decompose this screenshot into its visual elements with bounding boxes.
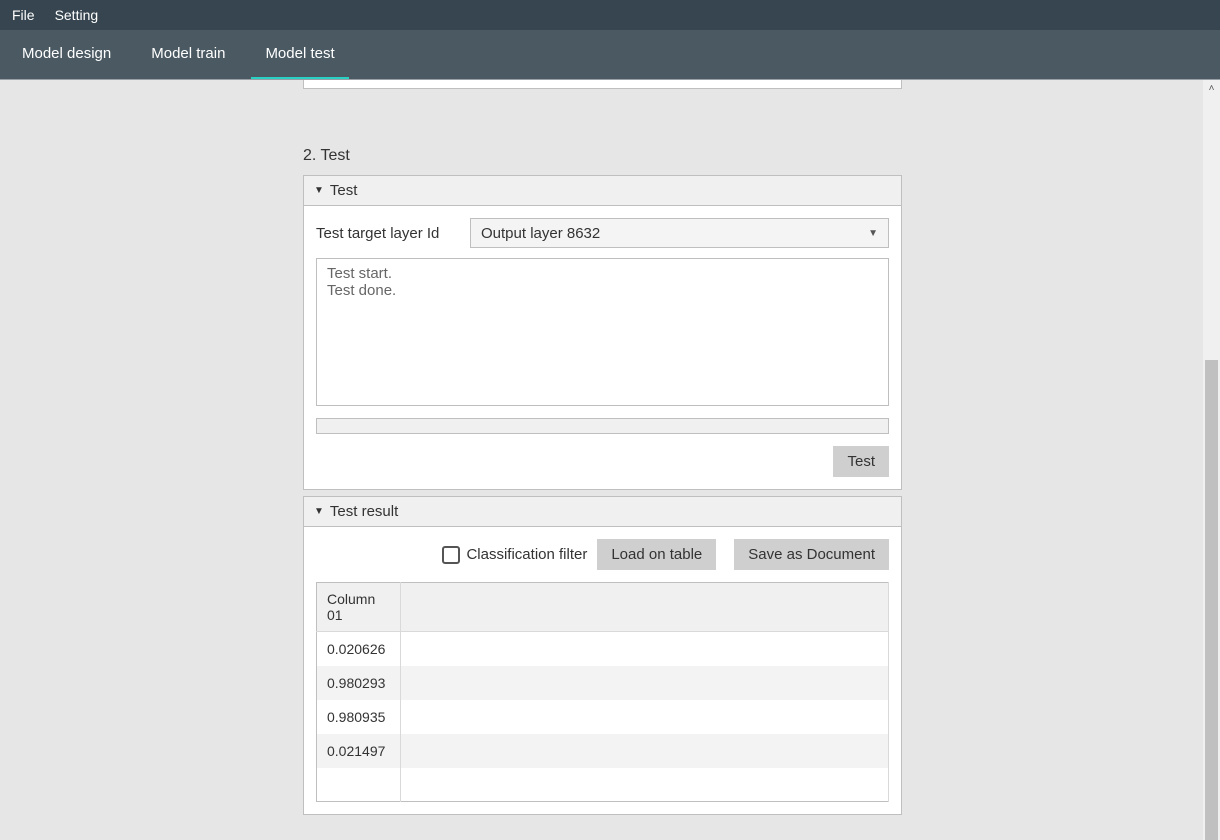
- scrollbar-thumb[interactable]: [1205, 360, 1218, 840]
- tabbar: Model design Model train Model test: [0, 30, 1220, 80]
- target-layer-label: Test target layer Id: [316, 225, 456, 242]
- test-log: Test start. Test done.: [316, 258, 889, 406]
- test-panel-title: Test: [330, 182, 358, 199]
- tab-model-train[interactable]: Model train: [137, 30, 239, 79]
- previous-panel-stub: [303, 80, 902, 89]
- test-result-panel-header[interactable]: ▼ Test result: [304, 497, 901, 527]
- caret-down-icon: ▼: [314, 506, 324, 517]
- cell-value: 0.980293: [317, 666, 401, 700]
- save-as-document-button[interactable]: Save as Document: [734, 539, 889, 570]
- target-layer-dropdown[interactable]: Output layer 8632 ▼: [470, 218, 889, 248]
- test-result-panel: ▼ Test result Classification filter Load…: [303, 496, 902, 815]
- vertical-scrollbar[interactable]: ˄: [1203, 80, 1220, 840]
- tab-model-design[interactable]: Model design: [8, 30, 125, 79]
- tab-model-test[interactable]: Model test: [251, 30, 348, 79]
- classification-filter-label: Classification filter: [466, 546, 587, 563]
- test-panel-header[interactable]: ▼ Test: [304, 176, 901, 206]
- column-header[interactable]: Column 01: [317, 583, 401, 632]
- table-row[interactable]: 0.021497: [317, 734, 889, 768]
- checkbox-icon: [442, 546, 460, 564]
- scroll-up-icon[interactable]: ˄: [1203, 80, 1220, 97]
- test-button[interactable]: Test: [833, 446, 889, 477]
- table-row[interactable]: 0.020626: [317, 632, 889, 666]
- table-row[interactable]: 0.980293: [317, 666, 889, 700]
- cell-value: 0.980935: [317, 700, 401, 734]
- table-row[interactable]: 0.980935: [317, 700, 889, 734]
- test-panel: ▼ Test Test target layer Id Output layer…: [303, 175, 902, 490]
- progress-bar: [316, 418, 889, 434]
- load-on-table-button[interactable]: Load on table: [597, 539, 716, 570]
- menu-setting[interactable]: Setting: [55, 7, 99, 23]
- result-table: Column 01 0.020626 0.980293: [316, 582, 889, 802]
- target-layer-value: Output layer 8632: [481, 225, 600, 242]
- cell-value: 0.021497: [317, 734, 401, 768]
- section-title: 2. Test: [303, 147, 902, 165]
- table-row-empty: [317, 768, 889, 802]
- column-header-empty: [401, 583, 889, 632]
- content-area: 2. Test ▼ Test Test target layer Id Outp…: [0, 80, 1220, 840]
- cell-value: 0.020626: [317, 632, 401, 666]
- test-result-panel-title: Test result: [330, 503, 398, 520]
- classification-filter-checkbox[interactable]: Classification filter: [442, 546, 587, 564]
- chevron-down-icon: ▼: [868, 228, 878, 239]
- menu-file[interactable]: File: [12, 7, 35, 23]
- menubar: File Setting: [0, 0, 1220, 30]
- caret-down-icon: ▼: [314, 185, 324, 196]
